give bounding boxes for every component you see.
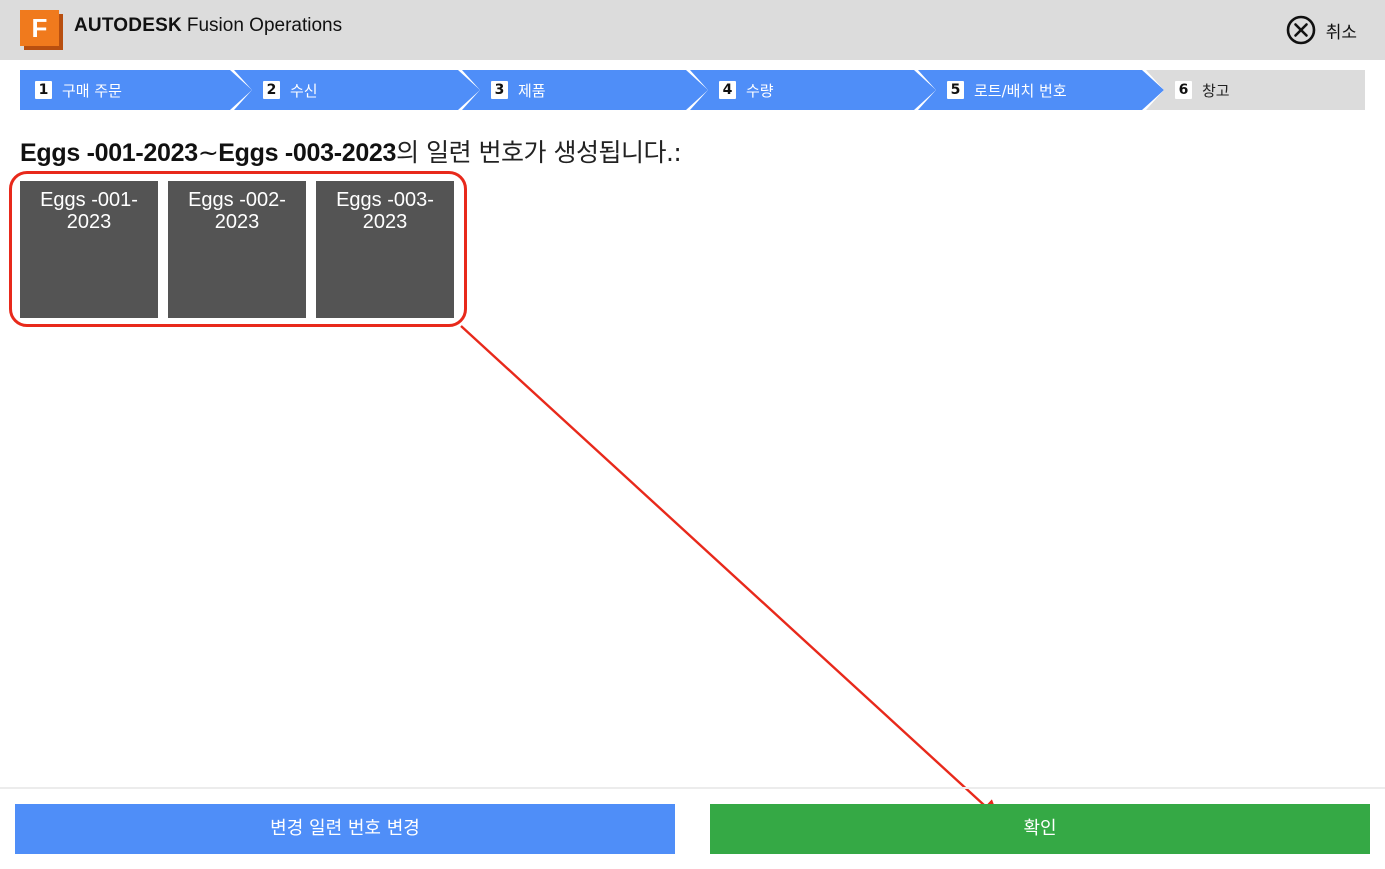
- serial-number-tiles: Eggs -001- 2023 Eggs -002- 2023 Eggs -00…: [20, 181, 454, 318]
- close-circle-icon: [1286, 15, 1316, 45]
- step-label: 창고: [1202, 81, 1230, 100]
- serial-range-end: Eggs -003-2023: [218, 139, 397, 167]
- serial-tile[interactable]: Eggs -003- 2023: [316, 181, 454, 318]
- serial-tile-line2: 2023: [362, 211, 408, 233]
- serial-tile-line2: 2023: [214, 211, 260, 233]
- step-number: 6: [1175, 81, 1192, 99]
- change-serial-button[interactable]: 변경 일련 번호 변경: [15, 804, 675, 854]
- annotation-arrow: [460, 325, 1000, 820]
- brand-title: AUTODESK Fusion Operations: [74, 15, 342, 37]
- serial-tile-line2: 2023: [66, 211, 112, 233]
- serial-tile-line1: Eggs -001-: [40, 189, 138, 211]
- serial-range-start: Eggs -001-2023: [20, 139, 198, 167]
- serial-tile-line1: Eggs -002-: [188, 189, 286, 211]
- serial-range-suffix: 의 일련 번호가 생성됩니다.:: [396, 138, 682, 167]
- footer-divider: [0, 787, 1385, 789]
- serial-tile-line1: Eggs -003-: [336, 189, 434, 211]
- step-number: 5: [947, 81, 964, 99]
- cancel-label: 취소: [1325, 22, 1357, 43]
- confirm-button[interactable]: 확인: [710, 804, 1370, 854]
- logo-letter: F: [20, 10, 59, 46]
- step-number: 2: [263, 81, 280, 99]
- step-label: 로트/배치 번호: [974, 81, 1067, 100]
- step-quantity[interactable]: 4 수량: [690, 70, 936, 110]
- wizard-steps: 1 구매 주문 2 수신 3 제품 4 수량 5 로트/배치 번호 6 창고: [20, 70, 1365, 110]
- fusion-logo-icon: F: [20, 10, 63, 50]
- serial-tile[interactable]: Eggs -001- 2023: [20, 181, 158, 318]
- serial-range-tilde: ~: [197, 138, 219, 167]
- step-label: 수신: [290, 81, 318, 100]
- step-purchase-order[interactable]: 1 구매 주문: [20, 70, 252, 110]
- step-warehouse[interactable]: 6 창고: [1146, 70, 1365, 110]
- serial-range-heading: Eggs -001-2023~Eggs -003-2023의 일련 번호가 생성…: [20, 133, 682, 169]
- step-receive[interactable]: 2 수신: [234, 70, 480, 110]
- step-number: 4: [719, 81, 736, 99]
- step-product[interactable]: 3 제품: [462, 70, 708, 110]
- step-label: 수량: [746, 81, 774, 100]
- step-label: 제품: [518, 81, 546, 100]
- step-lot-batch-number[interactable]: 5 로트/배치 번호: [918, 70, 1164, 110]
- brand-bold: AUTODESK: [74, 15, 182, 36]
- step-number: 3: [491, 81, 508, 99]
- step-number: 1: [35, 81, 52, 99]
- step-label: 구매 주문: [62, 81, 122, 100]
- serial-tile[interactable]: Eggs -002- 2023: [168, 181, 306, 318]
- brand-product: Fusion Operations: [186, 15, 343, 36]
- top-bar: F AUTODESK Fusion Operations 취소: [0, 0, 1385, 60]
- cancel-button[interactable]: 취소: [1286, 14, 1357, 46]
